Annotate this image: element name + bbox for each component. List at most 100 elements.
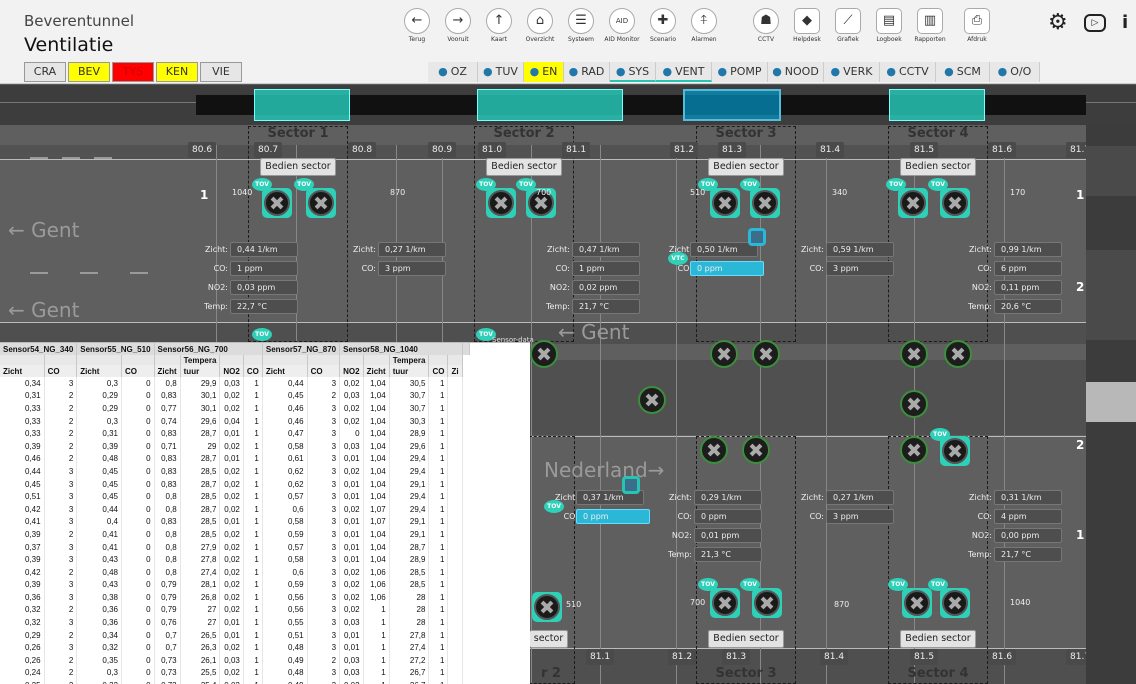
table-cell: 2 <box>307 389 341 403</box>
table-cell: 0,57 <box>262 540 308 554</box>
table-cell: 2 <box>44 565 78 579</box>
bedien-sector-button[interactable]: Bedien sector <box>486 158 562 176</box>
fan-icon[interactable] <box>902 588 932 618</box>
aid-monitor-icon: AID <box>609 8 635 34</box>
fan-icon[interactable] <box>750 188 780 218</box>
tov-badge: TOV <box>698 578 718 591</box>
fan-icon[interactable] <box>900 436 928 464</box>
system-button-vent[interactable]: ● VENT <box>656 62 712 82</box>
system-button-en[interactable]: ● EN <box>524 62 564 82</box>
system-button-nood[interactable]: ● NOOD <box>768 62 824 82</box>
table-cell: 0,03 <box>339 666 364 680</box>
play-icon[interactable]: ▷ <box>1084 14 1106 32</box>
fan-icon[interactable] <box>900 390 928 418</box>
fan-icon[interactable] <box>752 340 780 368</box>
site-button-vie[interactable]: VIE <box>200 62 242 82</box>
site-button-tys[interactable]: TYS <box>112 62 154 82</box>
table-cell: 1 <box>428 377 449 390</box>
fan-icon[interactable] <box>262 188 292 218</box>
fan-icon[interactable] <box>944 340 972 368</box>
site-button-ken[interactable]: KEN <box>156 62 198 82</box>
table-cell: 3 <box>44 477 78 491</box>
fan-icon[interactable] <box>940 588 970 618</box>
sector-3-overview[interactable] <box>683 89 781 121</box>
bedien-sector-button[interactable]: Bedien sector <box>900 630 976 648</box>
system-button-oo[interactable]: ● O/O <box>990 62 1040 82</box>
fan-icon[interactable] <box>940 188 970 218</box>
system-button-oz[interactable]: ● OZ <box>428 62 478 82</box>
fan-icon[interactable] <box>898 188 928 218</box>
sensor-temp-label: Temp: <box>667 550 692 559</box>
toolbar-aid-monitor-button[interactable]: AID AID Monitor <box>599 8 645 43</box>
sensor-temp-value: 20,6 °C <box>994 299 1062 314</box>
system-button-tuv[interactable]: ● TUV <box>478 62 524 82</box>
toolbar-grafiek-button[interactable]: ⟋ Grafiek <box>825 8 871 43</box>
toolbar-alarmen-button[interactable]: ⍏ Alarmen <box>681 8 727 43</box>
info-icon[interactable]: i <box>1122 12 1128 33</box>
table-cell: 0,83 <box>154 452 181 466</box>
sector-1-overview[interactable] <box>254 89 350 121</box>
fan-icon[interactable] <box>638 386 666 414</box>
toolbar-rapporten-button[interactable]: ▥ Rapporten <box>907 8 953 43</box>
bedien-sector-button[interactable]: Bedien sector <box>708 630 784 648</box>
system-icon: ☰ <box>568 8 594 34</box>
toolbar-systeem-button[interactable]: ☰ Systeem <box>558 8 604 43</box>
fan-icon[interactable] <box>742 436 770 464</box>
bedien-sector-button[interactable]: Bedien sector <box>260 158 336 176</box>
table-cell: 0,43 <box>76 578 122 592</box>
fan-icon[interactable] <box>532 592 562 622</box>
fan-icon[interactable] <box>486 188 516 218</box>
table-cell: 0,8 <box>154 528 181 541</box>
site-button-bev[interactable]: BEV <box>68 62 110 82</box>
bedien-sector-button[interactable]: sector <box>530 630 568 648</box>
fan-icon[interactable] <box>900 340 928 368</box>
toolbar-helpdesk-button[interactable]: ◆ Helpdesk <box>784 8 830 43</box>
toolbar-afdruk-button[interactable]: ⎙ Afdruk <box>954 8 1000 43</box>
sensor-group-header: Sensor54_NG_340 <box>0 343 78 355</box>
toolbar-cctv-button[interactable]: ☗ CCTV <box>743 8 789 43</box>
bedien-sector-button[interactable]: Bedien sector <box>900 158 976 176</box>
system-button-pomp[interactable]: ● POMP <box>712 62 768 82</box>
system-button-sys[interactable]: ● SYS <box>610 62 656 82</box>
sensor-select-icon[interactable] <box>748 228 766 246</box>
fan-icon[interactable] <box>752 588 782 618</box>
table-cell: 0,02 <box>219 641 244 655</box>
toolbar-terug-button[interactable]: ← Terug <box>394 8 440 43</box>
fan-icon[interactable] <box>940 436 970 466</box>
helpdesk-icon: ◆ <box>794 8 820 34</box>
table-cell: 0,39 <box>0 528 45 541</box>
gear-icon[interactable]: ⚙ <box>1048 10 1068 35</box>
bedien-sector-button[interactable]: Bedien sector <box>708 158 784 176</box>
toolbar-logboek-button[interactable]: ▤ Logboek <box>866 8 912 43</box>
sector-2-overview[interactable] <box>477 89 623 121</box>
site-button-cra[interactable]: CRA <box>24 62 66 82</box>
system-button-cctv[interactable]: ● CCTV <box>880 62 936 82</box>
table-cell: 0,02 <box>339 591 364 604</box>
sector-4-overview[interactable] <box>889 89 985 121</box>
fan-icon[interactable] <box>710 188 740 218</box>
fan-icon[interactable] <box>710 340 738 368</box>
table-cell: 0,55 <box>262 616 308 629</box>
toolbar-vooruit-button[interactable]: → Vooruit <box>435 8 481 43</box>
toolbar-scenario-button[interactable]: ✚ Scenario <box>640 8 686 43</box>
table-cell: 0,3 <box>76 666 122 680</box>
sensor-select-icon[interactable] <box>622 476 640 494</box>
fan-icon[interactable] <box>710 588 740 618</box>
sensor-group-header: Sensor56_NG_700 <box>154 343 263 355</box>
system-button-rad[interactable]: ● RAD <box>564 62 610 82</box>
table-cell: 2 <box>44 414 78 428</box>
sensor-no2-label: NO2: <box>971 283 992 292</box>
table-cell: 1 <box>428 565 449 579</box>
toolbar-kaart-button[interactable]: ↑ Kaart <box>476 8 522 43</box>
table-cell: 0,33 <box>0 427 45 440</box>
fan-icon[interactable] <box>530 340 558 368</box>
toolbar-overzicht-button[interactable]: ⌂ Overzicht <box>517 8 563 43</box>
fan-icon[interactable] <box>306 188 336 218</box>
table-cell: 3 <box>307 603 341 617</box>
table-cell: 0 <box>121 553 155 566</box>
system-button-verk[interactable]: ● VERK <box>824 62 880 82</box>
table-cell: 0,01 <box>339 641 364 655</box>
system-button-scm[interactable]: ● SCM <box>936 62 990 82</box>
fan-icon[interactable] <box>700 436 728 464</box>
table-cell: 1,07 <box>363 515 390 529</box>
